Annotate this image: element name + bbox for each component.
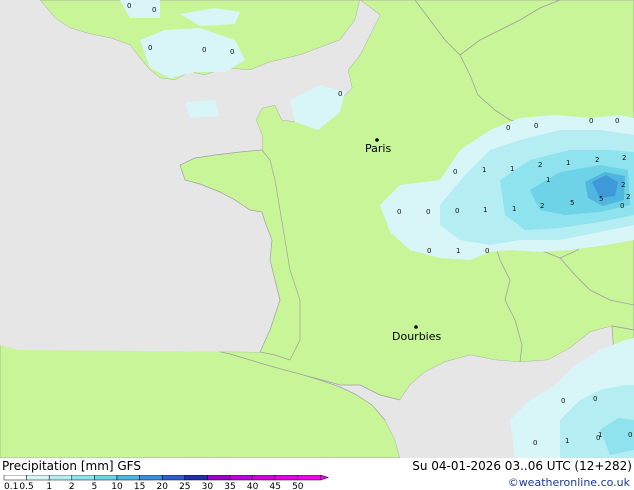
legend-tick-label: 40 [247,482,259,490]
legend-tick-label: 25 [179,482,190,490]
map-canvas: 0 0 0 0 0 0 0 0 0 0 0 0 0 1 1 1 2 1 2 2 … [0,0,634,458]
precip-value: 0 [589,117,593,125]
precip-value: 1 [510,165,514,173]
precip-value: 0 [127,2,131,10]
valid-datetime: Su 04-01-2026 03..06 UTC (12+282) [412,459,632,473]
legend-tick-label: 20 [156,482,168,490]
precipitation-legend: 0.1 0.5 1 2 5 10 15 20 25 30 35 40 45 50 [3,475,330,490]
legend-swatch [229,475,253,481]
legend-tick-label: 35 [224,482,235,490]
precip-value: 1 [546,176,550,184]
precip-value: 0 [427,247,431,255]
legend-tick-label: 45 [269,482,280,490]
precip-value: 1 [598,431,602,439]
precip-value: 5 [570,199,574,207]
credit-link[interactable]: ©weatheronline.co.uk [508,476,630,489]
precip-value: 1 [565,437,569,445]
legend-swatch [139,475,163,481]
legend-swatch [274,475,299,481]
precip-value: 0 [485,247,489,255]
precip-value: 1 [566,159,570,167]
precip-value: 2 [595,156,599,164]
legend-tick-label: 0.1 [4,482,18,490]
legend-tick-label: 10 [111,482,123,490]
legend-tick-label: 2 [69,482,75,490]
precip-value: 0 [230,48,234,56]
city-label: Paris [365,142,391,155]
legend-swatch [161,475,186,481]
legend-swatch [184,475,208,481]
legend-swatch [26,475,50,481]
precip-value: 0 [615,117,619,125]
footer: Precipitation [mm] GFS Su 04-01-2026 03.… [0,458,634,490]
precip-value: 2 [621,181,625,189]
precip-value: 0 [338,90,342,98]
precip-value: 0 [455,207,459,215]
legend-tick-label: 15 [134,482,145,490]
precip-value: 0 [152,6,156,14]
legend-tick-label: 50 [292,482,304,490]
precipitation-map: 0 0 0 0 0 0 0 0 0 0 0 0 0 1 1 1 2 1 2 2 … [0,0,634,458]
legend-swatch [48,475,73,481]
precip-value: 0 [628,431,632,439]
legend-arrow-icon [320,475,330,481]
precip-value: 2 [540,202,544,210]
legend-tick-label: 30 [202,482,214,490]
legend-swatch [252,475,276,481]
legend-tick-label: 5 [92,482,98,490]
legend-tick-label: 1 [46,482,52,490]
precip-value: 1 [456,247,460,255]
precip-value: 5 [599,195,603,203]
precip-value: 2 [538,161,542,169]
precip-value: 0 [561,397,565,405]
precip-value: 0 [620,202,624,210]
precip-value: 2 [626,193,630,201]
legend-tick-label: 0.5 [19,482,33,490]
precip-value: 0 [534,122,538,130]
legend-color-bar [3,475,330,481]
precip-value: 0 [453,168,457,176]
precip-value: 0 [533,439,537,447]
legend-swatch [207,475,231,481]
legend-swatch [297,475,321,481]
precip-value: 0 [148,44,152,52]
legend-swatch [116,475,140,481]
precip-value: 1 [512,205,516,213]
precip-value: 0 [202,46,206,54]
legend-swatch [94,475,118,481]
precip-value: 0 [593,395,597,403]
city-marker-icon [414,325,418,329]
legend-ticks: 0.1 0.5 1 2 5 10 15 20 25 30 35 40 45 50 [4,482,304,490]
city-label: Dourbies [392,330,442,343]
map-title: Precipitation [mm] GFS [2,459,141,473]
precip-value: 2 [622,154,626,162]
legend-swatch [71,475,95,481]
precip-value: 0 [397,208,401,216]
precip-value: 1 [483,206,487,214]
legend-swatch [3,475,27,481]
precip-value: 0 [506,124,510,132]
precip-value: 1 [482,166,486,174]
precip-value: 0 [426,208,430,216]
